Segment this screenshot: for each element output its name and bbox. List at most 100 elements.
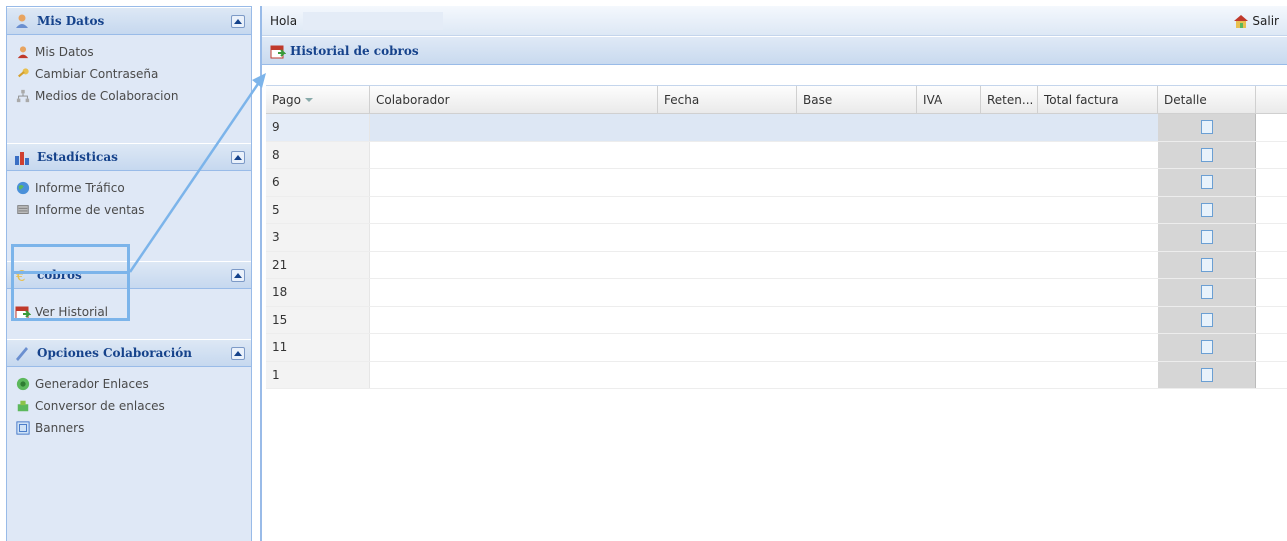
pago-cell: 9: [266, 114, 370, 141]
panel-header-opciones[interactable]: Opciones Colaboración: [7, 339, 251, 367]
collapse-button[interactable]: [231, 14, 245, 28]
convert-icon: [15, 398, 31, 414]
column-label: Fecha: [664, 92, 700, 107]
detalle-button[interactable]: [1158, 251, 1256, 278]
sitemap-icon: [15, 88, 31, 104]
collapse-button[interactable]: [231, 268, 245, 282]
key-icon: [15, 66, 31, 82]
sidebar-item-informe-ventas[interactable]: Informe de ventas: [15, 199, 243, 221]
pago-cell: 8: [266, 141, 370, 168]
svg-text:€: €: [16, 267, 26, 283]
pago-cell: 1: [266, 361, 370, 388]
pago-cell: 6: [266, 169, 370, 196]
column-label: Pago: [272, 92, 302, 107]
column-header-base[interactable]: Base: [797, 86, 917, 113]
table-row[interactable]: 8: [266, 141, 1287, 169]
table-row[interactable]: 5: [266, 196, 1287, 224]
detalle-button[interactable]: [1158, 224, 1256, 251]
grid-header: Pago Colaborador Fecha Base IVA Reten...…: [266, 86, 1287, 114]
collapse-button[interactable]: [231, 150, 245, 164]
sidebar-item-cambiar-contrasena[interactable]: Cambiar Contraseña: [15, 63, 243, 85]
sidebar-item-conversor[interactable]: Conversor de enlaces: [15, 395, 243, 417]
document-icon: [1197, 338, 1213, 355]
column-header-pago[interactable]: Pago: [266, 86, 370, 113]
column-label: Colaborador: [376, 92, 450, 107]
panel-body: Mis Datos Cambiar Contraseña Medios de C…: [7, 35, 251, 143]
panel-header-mis-datos[interactable]: Mis Datos: [7, 7, 251, 35]
column-header-fecha[interactable]: Fecha: [658, 86, 797, 113]
document-icon: [1197, 173, 1213, 190]
collapse-button[interactable]: [231, 346, 245, 360]
table-row[interactable]: 18: [266, 279, 1287, 307]
sidebar-item-label: Cambiar Contraseña: [35, 67, 159, 81]
sidebar-item-label: Medios de Colaboracion: [35, 89, 179, 103]
panel-header-estadisticas[interactable]: Estadísticas: [7, 143, 251, 171]
table-row[interactable]: 15: [266, 306, 1287, 334]
table-row[interactable]: 6: [266, 169, 1287, 197]
column-header-total-factura[interactable]: Total factura: [1038, 86, 1158, 113]
pago-cell: 15: [266, 306, 370, 333]
detalle-button[interactable]: [1158, 279, 1256, 306]
column-header-iva[interactable]: IVA: [917, 86, 981, 113]
pen-icon: [13, 344, 31, 362]
pago-cell: 21: [266, 251, 370, 278]
logout-label: Salir: [1252, 13, 1279, 28]
data-grid: Pago Colaborador Fecha Base IVA Reten...…: [266, 85, 1287, 541]
sidebar-item-label: Informe de ventas: [35, 203, 145, 217]
table-row[interactable]: 1: [266, 361, 1287, 389]
document-icon: [1197, 255, 1213, 272]
calendar-icon: [270, 45, 286, 58]
user-icon: [13, 12, 31, 30]
document-icon: [1197, 200, 1213, 217]
table-row[interactable]: 21: [266, 251, 1287, 279]
logout-link[interactable]: Salir: [1233, 13, 1279, 29]
sidebar-item-label: Generador Enlaces: [35, 377, 149, 391]
column-header-reten[interactable]: Reten...: [981, 86, 1038, 113]
sidebar-item-ver-historial[interactable]: Ver Historial: [15, 301, 243, 323]
sidebar-item-generador-enlaces[interactable]: Generador Enlaces: [15, 373, 243, 395]
panel-title: Mis Datos: [37, 14, 105, 28]
panel-body: Generador Enlaces Conversor de enlaces B…: [7, 367, 251, 541]
sidebar-item-mis-datos[interactable]: Mis Datos: [15, 41, 243, 63]
pago-cell: 3: [266, 224, 370, 251]
detalle-button[interactable]: [1158, 141, 1256, 168]
detalle-button[interactable]: [1158, 334, 1256, 361]
column-label: Total factura: [1044, 92, 1119, 107]
panel-header-cobros[interactable]: € cobros: [7, 261, 251, 289]
greeting-label: Hola: [270, 13, 298, 28]
home-icon: [1234, 14, 1249, 28]
table-row[interactable]: 11: [266, 334, 1287, 362]
top-bar: Hola Salir: [262, 6, 1287, 36]
table-row[interactable]: 9: [266, 114, 1287, 142]
link-globe-icon: [15, 376, 31, 392]
pago-cell: 5: [266, 196, 370, 223]
column-header-colaborador[interactable]: Colaborador: [370, 86, 658, 113]
column-label: Base: [803, 92, 833, 107]
detalle-button[interactable]: [1158, 196, 1256, 223]
column-label: Reten...: [987, 92, 1034, 107]
column-header-detalle[interactable]: Detalle: [1158, 86, 1256, 113]
sidebar: Mis Datos Mis Datos Cambiar Contraseña M…: [6, 6, 252, 541]
sidebar-item-label: Informe Tráfico: [35, 181, 125, 195]
username-field: [303, 11, 444, 30]
detalle-button[interactable]: [1158, 114, 1256, 141]
detalle-button[interactable]: [1158, 361, 1256, 388]
document-icon: [1197, 228, 1213, 245]
sidebar-item-medios[interactable]: Medios de Colaboracion: [15, 85, 243, 107]
user-icon: [15, 44, 31, 60]
section-header: Historial de cobros: [262, 37, 1287, 65]
detalle-button[interactable]: [1158, 169, 1256, 196]
table-row[interactable]: 3: [266, 224, 1287, 252]
banner-icon: [15, 420, 31, 436]
document-icon: [1197, 365, 1213, 382]
sidebar-item-banners[interactable]: Banners: [15, 417, 243, 439]
sidebar-item-informe-trafico[interactable]: Informe Tráfico: [15, 177, 243, 199]
panel-body: Informe Tráfico Informe de ventas: [7, 171, 251, 261]
euro-icon: €: [13, 266, 31, 284]
panel-title: Opciones Colaboración: [37, 346, 192, 360]
globe-icon: [15, 180, 31, 196]
cart-icon: [15, 202, 31, 218]
detalle-button[interactable]: [1158, 306, 1256, 333]
sidebar-item-label: Conversor de enlaces: [35, 399, 165, 413]
panel-body: Ver Historial: [7, 289, 251, 339]
